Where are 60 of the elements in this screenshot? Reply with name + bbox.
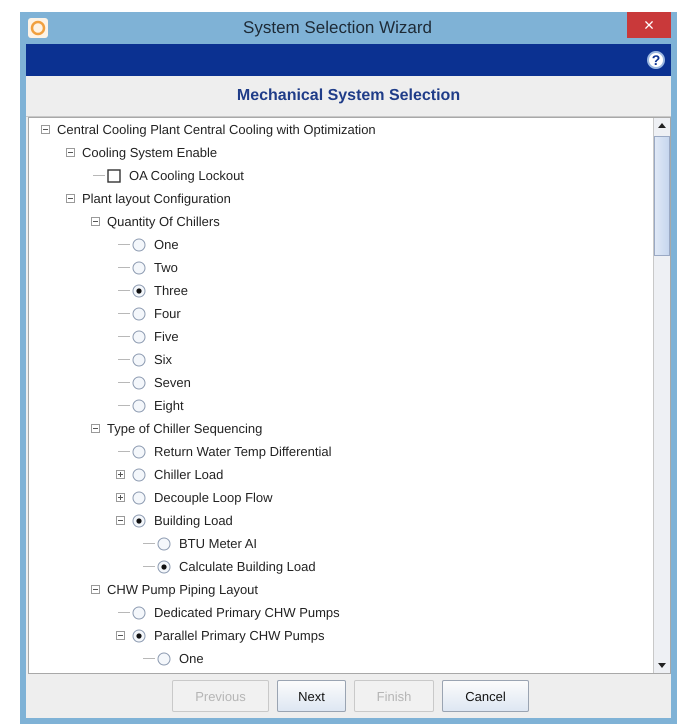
- option-label: Calculate Building Load: [179, 559, 316, 574]
- tree-node-label[interactable]: Plant layout Configuration: [82, 191, 231, 206]
- checkbox[interactable]: [107, 168, 121, 182]
- option-label: Dedicated Primary CHW Pumps: [154, 605, 340, 620]
- option-label: Chiller Load: [154, 467, 224, 482]
- radio-button[interactable]: [132, 490, 146, 504]
- tree-node-label[interactable]: Type of Chiller Sequencing: [107, 421, 262, 436]
- collapse-icon[interactable]: [40, 125, 50, 134]
- option-label: Four: [154, 306, 181, 321]
- radio-button[interactable]: [157, 652, 171, 666]
- expand-icon[interactable]: [116, 493, 124, 502]
- wizard-button[interactable]: Cancel: [442, 680, 529, 712]
- collapse-icon[interactable]: [116, 516, 124, 525]
- scroll-thumb[interactable]: [654, 136, 670, 256]
- tree-node-label[interactable]: Quantity Of Chillers: [107, 214, 220, 229]
- option-label: One: [154, 237, 179, 252]
- collapse-icon[interactable]: [90, 424, 100, 433]
- collapse-icon[interactable]: [116, 631, 124, 640]
- radio-button[interactable]: [132, 398, 146, 412]
- option-label: Decouple Loop Flow: [154, 490, 273, 505]
- collapse-icon[interactable]: [66, 194, 74, 203]
- option-label: Five: [154, 329, 179, 344]
- option-label: BTU Meter AI: [179, 536, 258, 551]
- collapse-icon[interactable]: [90, 585, 100, 594]
- radio-button[interactable]: [132, 238, 146, 252]
- app-icon: [28, 18, 48, 38]
- radio-button[interactable]: [132, 628, 146, 642]
- radio-button[interactable]: [157, 560, 171, 574]
- close-button[interactable]: ×: [627, 12, 671, 38]
- radio-button[interactable]: [132, 284, 146, 298]
- option-label: Parallel Primary CHW Pumps: [154, 628, 324, 643]
- radio-button[interactable]: [132, 468, 146, 482]
- option-label: Three: [154, 283, 188, 298]
- scrollbar[interactable]: [653, 118, 670, 673]
- radio-button[interactable]: [132, 260, 146, 274]
- option-label: Seven: [154, 375, 191, 390]
- option-label: Two: [154, 260, 178, 275]
- option-label: Six: [154, 352, 172, 367]
- radio-button[interactable]: [132, 352, 146, 366]
- collapse-icon[interactable]: [66, 148, 74, 157]
- option-label: OA Cooling Lockout: [129, 168, 244, 183]
- tree-node-label[interactable]: Central Cooling Plant Central Cooling with Optimization: [57, 122, 376, 137]
- option-label: Building Load: [154, 513, 233, 528]
- collapse-icon[interactable]: [90, 217, 100, 226]
- radio-button[interactable]: [132, 606, 146, 620]
- option-label: One: [179, 651, 204, 666]
- tree-node-label[interactable]: CHW Pump Piping Layout: [107, 582, 258, 597]
- wizard-button[interactable]: Next: [277, 680, 346, 712]
- radio-button[interactable]: [132, 330, 146, 344]
- radio-button[interactable]: [132, 306, 146, 320]
- expand-icon[interactable]: [116, 470, 124, 479]
- radio-button[interactable]: [132, 444, 146, 458]
- radio-button[interactable]: [132, 376, 146, 390]
- radio-button[interactable]: [157, 536, 171, 550]
- radio-button[interactable]: [132, 514, 146, 528]
- option-label: Eight: [154, 398, 184, 413]
- tree-node-label[interactable]: Cooling System Enable: [82, 145, 218, 160]
- window-title: System Selection Wizard: [242, 18, 433, 38]
- help-button[interactable]: ?: [647, 51, 665, 69]
- option-label: Return Water Temp Differential: [154, 444, 332, 459]
